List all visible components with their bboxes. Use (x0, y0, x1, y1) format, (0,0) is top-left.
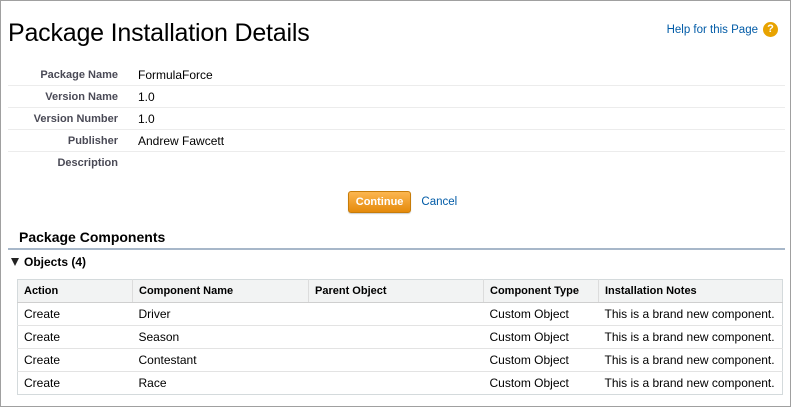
help-link[interactable]: Help for this Page (667, 24, 758, 36)
cell-component-type: Custom Object (483, 348, 599, 372)
page-frame: Package Installation Details Help for th… (0, 0, 791, 407)
cell-parent-object (308, 348, 484, 372)
table-row: Create Race Custom Object This is a bran… (18, 372, 783, 395)
section-title: Package Components (19, 229, 166, 245)
cell-component-type: Custom Object (483, 302, 599, 326)
detail-row-package-name: Package Name FormulaForce (8, 64, 785, 86)
table-row: Create Contestant Custom Object This is … (17, 348, 783, 372)
detail-label: Version Name (45, 90, 118, 103)
detail-value: 1.0 (138, 111, 155, 126)
package-details: Package Name FormulaForce Version Name 1… (8, 64, 785, 173)
column-header: Component Name (132, 279, 309, 303)
detail-label: Package Name (40, 68, 118, 81)
cell-component-type: Custom Object (483, 325, 599, 349)
cell-component-name: Season (132, 325, 309, 349)
detail-row-version-number: Version Number 1.0 (8, 108, 785, 130)
help-area: Help for this Page ? (667, 22, 778, 37)
detail-value: Andrew Fawcett (138, 133, 225, 148)
column-header: Installation Notes (598, 279, 783, 303)
action-bar: Continue Cancel (1, 191, 791, 213)
table-header-row: Action Component Name Parent Object Comp… (17, 279, 783, 303)
cell-component-name: Driver (132, 302, 309, 326)
cancel-link[interactable]: Cancel (421, 196, 457, 208)
page-title: Package Installation Details (8, 19, 310, 47)
cell-action: Create (17, 348, 133, 372)
objects-group-toggle[interactable]: Objects (4) (11, 255, 86, 269)
cell-installation-notes: This is a brand new component. (598, 302, 783, 326)
table-row: Create Season Custom Object This is a br… (17, 325, 783, 349)
components-table: Action Component Name Parent Object Comp… (17, 279, 783, 395)
detail-value: FormulaForce (138, 67, 213, 82)
cell-parent-object (309, 372, 484, 395)
triangle-down-icon[interactable] (11, 258, 19, 266)
cell-parent-object (308, 302, 484, 326)
cell-action: Create (24, 376, 61, 390)
column-header: Action (17, 279, 133, 303)
detail-label: Version Number (33, 112, 118, 125)
column-header: Component Type (483, 279, 599, 303)
cell-installation-notes: This is a brand new component. (598, 348, 783, 372)
cell-installation-notes: This is a brand new component. (604, 376, 775, 390)
cell-component-type: Custom Object (489, 376, 569, 390)
group-title: Objects (4) (24, 255, 87, 269)
detail-label: Description (57, 156, 118, 169)
cell-component-name: Race (138, 376, 167, 390)
detail-row-description: Description (8, 152, 785, 173)
detail-label: Publisher (67, 134, 118, 147)
column-header: Parent Object (308, 279, 484, 303)
cell-component-name: Contestant (132, 348, 309, 372)
table-row: Create Driver Custom Object This is a br… (17, 302, 783, 326)
help-icon[interactable]: ? (763, 22, 778, 37)
detail-value: 1.0 (138, 89, 155, 104)
detail-row-version-name: Version Name 1.0 (8, 86, 785, 108)
cell-action: Create (17, 302, 133, 326)
cell-parent-object (308, 325, 484, 349)
cell-installation-notes: This is a brand new component. (598, 325, 783, 349)
continue-button[interactable]: Continue (347, 191, 412, 213)
section-divider (8, 248, 785, 250)
detail-row-publisher: Publisher Andrew Fawcett (8, 130, 785, 152)
cell-action: Create (17, 325, 133, 349)
